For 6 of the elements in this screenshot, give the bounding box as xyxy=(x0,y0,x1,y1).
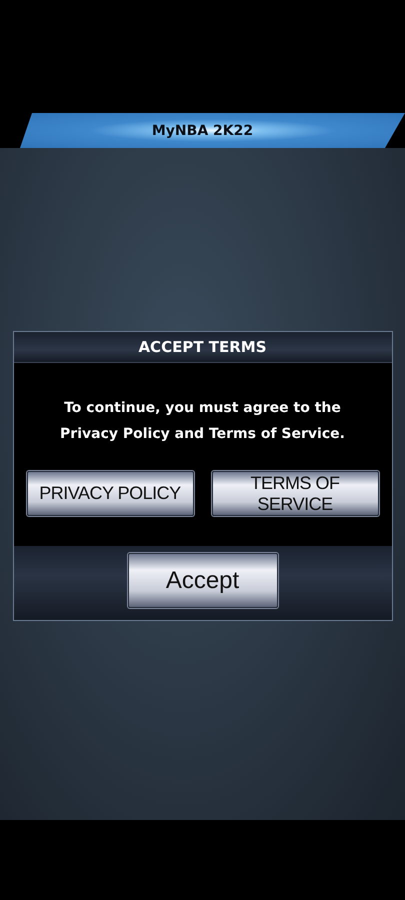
link-button[interactable]: PRIVACY POLICY xyxy=(26,471,194,516)
dialog-title: ACCEPT TERMS xyxy=(138,338,267,356)
dialog-message: To continue, you must agree to the Privacy Policy and Terms of Service. xyxy=(59,399,346,444)
link-button[interactable]: TERMS OF SERVICE xyxy=(212,471,378,516)
accept-button[interactable]: Accept xyxy=(128,553,278,608)
app-title: MyNBA 2K22 xyxy=(152,122,254,138)
